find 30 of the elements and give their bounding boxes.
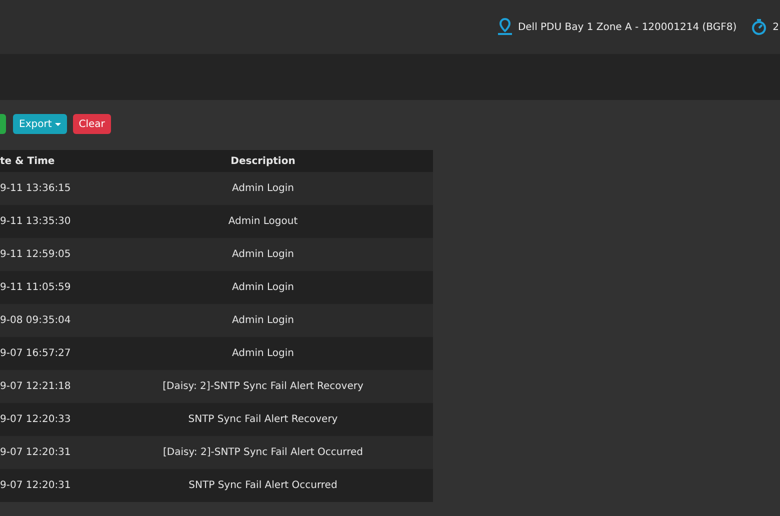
date-time-cell-text: 9-07 16:57:27 <box>0 348 72 359</box>
description-cell: [Daisy: 2]-SNTP Sync Fail Alert Occurred <box>163 447 363 458</box>
action-button[interactable] <box>0 114 6 134</box>
description-cell: Admin Logout <box>228 216 298 227</box>
date-time-cell-text: 9-07 12:20:33 <box>0 414 72 425</box>
location-pin-icon <box>498 18 512 36</box>
date-time-cell-text: 9-07 12:20:31 <box>0 480 72 491</box>
clock-text: 2 <box>772 22 779 32</box>
description-cell: Admin Login <box>232 315 294 326</box>
export-button[interactable]: Export <box>13 114 67 134</box>
date-time-cell-text: 9-07 12:21:18 <box>0 381 72 392</box>
clear-button[interactable]: Clear <box>72 114 111 134</box>
description-cell: SNTP Sync Fail Alert Occurred <box>188 480 338 491</box>
date-time-cell-text: 9-11 13:35:30 <box>0 216 72 227</box>
description-cell: Admin Login <box>232 183 294 194</box>
date-time-cell-text: 9-11 13:36:15 <box>0 183 72 194</box>
stopwatch-icon <box>750 18 767 36</box>
description-cell: Admin Login <box>232 249 294 260</box>
date-time-cell-text: 9-11 12:59:05 <box>0 249 72 260</box>
description-cell: SNTP Sync Fail Alert Recovery <box>188 414 338 425</box>
caret-icon <box>54 122 61 126</box>
date-time-cell-text: 9-07 12:20:31 <box>0 447 72 458</box>
device-name: Dell PDU Bay 1 Zone A - 120001214 (BGF8) <box>518 22 737 32</box>
column-header: Description <box>230 156 296 166</box>
column-header: te & Time <box>0 156 56 166</box>
description-cell: [Daisy: 2]-SNTP Sync Fail Alert Recovery <box>162 381 364 392</box>
date-time-cell-text: 9-11 11:05:59 <box>0 282 72 293</box>
description-cell: Admin Login <box>232 348 294 359</box>
date-time-cell-text: 9-08 09:35:04 <box>0 315 72 326</box>
description-cell: Admin Login <box>232 282 294 293</box>
